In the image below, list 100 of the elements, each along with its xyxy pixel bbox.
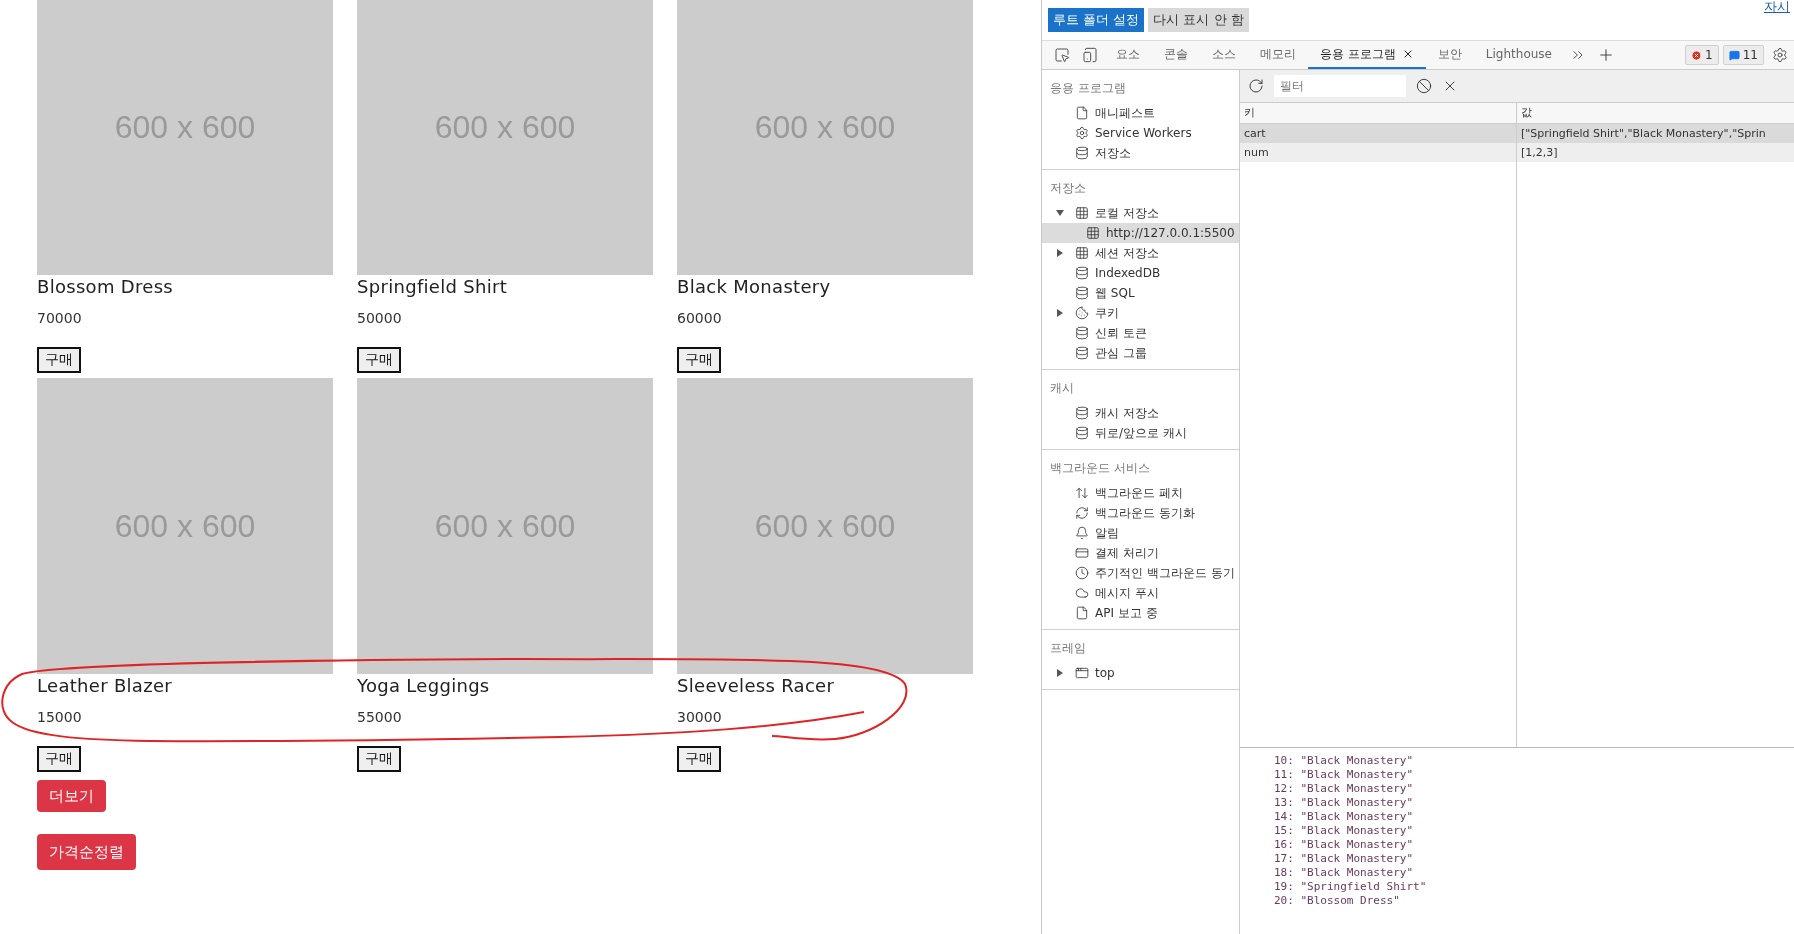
more-button[interactable]: 더보기 xyxy=(37,780,106,812)
console-line: 16: "Black Monastery" xyxy=(1274,838,1415,852)
console-line: 14: "Black Monastery" xyxy=(1274,810,1415,824)
key-cell[interactable]: num xyxy=(1240,143,1517,162)
console-line: 15: "Black Monastery" xyxy=(1274,824,1415,838)
console-line: 19: "Springfield Shirt" xyxy=(1274,880,1428,894)
file-icon xyxy=(1075,606,1089,620)
sidebar-item[interactable]: 관심 그룹 xyxy=(1042,343,1239,363)
product-name: Black Monastery xyxy=(677,275,831,299)
section-title: 프레임 xyxy=(1049,640,1087,657)
clear-icon[interactable] xyxy=(1416,78,1432,94)
sidebar-item[interactable]: API 보고 중 xyxy=(1042,603,1239,623)
console-line: 18: "Black Monastery" xyxy=(1274,866,1415,880)
grid-icon xyxy=(1075,246,1089,260)
devtools-tab[interactable]: 보안 xyxy=(1425,41,1474,69)
window-icon xyxy=(1075,666,1089,680)
value-cell[interactable]: [1,2,3] xyxy=(1517,143,1794,162)
product-price: 70000 xyxy=(37,309,82,328)
sidebar-item[interactable]: top xyxy=(1042,663,1239,683)
database-icon xyxy=(1075,406,1089,420)
expand-icon[interactable] xyxy=(1056,309,1064,317)
product-price: 55000 xyxy=(357,708,402,727)
sidebar-item[interactable]: http://127.0.0.1:5500 xyxy=(1042,223,1239,243)
sidebar-item[interactable]: 세션 저장소 xyxy=(1042,243,1239,263)
expand-icon[interactable] xyxy=(1056,669,1064,677)
refresh-icon[interactable] xyxy=(1248,78,1264,94)
value-cell[interactable]: ["Springfield Shirt","Black Monastery","Sprin xyxy=(1517,124,1794,143)
expand-icon[interactable] xyxy=(1056,249,1064,257)
sidebar-item[interactable]: 결제 처리기 xyxy=(1042,543,1239,563)
card-icon xyxy=(1075,546,1089,560)
buy-button[interactable]: 구매 xyxy=(357,746,401,772)
devtools-tab[interactable]: 소스 xyxy=(1200,41,1248,69)
notice-link[interactable]: 자시 xyxy=(1764,0,1790,16)
product-price: 60000 xyxy=(677,309,722,328)
arrows-icon xyxy=(1075,486,1089,500)
clock-icon xyxy=(1075,566,1089,580)
sidebar-item[interactable]: 신뢰 토큰 xyxy=(1042,323,1239,343)
product-name: Yoga Leggings xyxy=(357,674,490,698)
product-price: 30000 xyxy=(677,708,722,727)
sidebar-item[interactable]: 매니페스트 xyxy=(1042,103,1239,123)
collapse-icon[interactable] xyxy=(1056,209,1064,217)
column-header[interactable]: 키 xyxy=(1240,103,1517,124)
product-name: Leather Blazer xyxy=(37,674,172,698)
product-price: 50000 xyxy=(357,309,402,328)
sidebar-item[interactable]: 알림 xyxy=(1042,523,1239,543)
section-title: 저장소 xyxy=(1049,180,1087,197)
devtools-tab[interactable]: 콘솔 xyxy=(1152,41,1200,69)
error-count-badge[interactable]: 1 xyxy=(1685,45,1719,65)
buy-button[interactable]: 구매 xyxy=(37,347,81,373)
sort-button[interactable]: 가격순정렬 xyxy=(37,834,136,870)
sidebar-item[interactable]: IndexedDB xyxy=(1042,263,1239,283)
file-icon xyxy=(1075,106,1089,120)
cookie-icon xyxy=(1075,306,1089,320)
product-name: Blossom Dress xyxy=(37,275,173,299)
database-icon xyxy=(1075,266,1089,280)
database-icon xyxy=(1075,146,1089,160)
sidebar-item[interactable]: 뒤로/앞으로 캐시 xyxy=(1042,423,1239,443)
sidebar-item[interactable]: Service Workers xyxy=(1042,123,1239,143)
section-title: 응용 프로그램 xyxy=(1049,80,1127,97)
grid-icon xyxy=(1086,226,1100,240)
message-count-badge[interactable]: 11 xyxy=(1722,45,1764,65)
sidebar-item[interactable]: 주기적인 백그라운드 동기 xyxy=(1042,563,1239,583)
console-line: 20: "Blossom Dress" xyxy=(1274,894,1401,908)
devtools-tab[interactable]: 요소 xyxy=(1104,41,1152,69)
section-title: 백그라운드 서비스 xyxy=(1049,460,1151,477)
column-header[interactable]: 값 xyxy=(1517,103,1794,124)
gear-icon xyxy=(1075,126,1089,140)
devtools-tab[interactable]: Lighthouse xyxy=(1473,41,1564,69)
console-line: 13: "Black Monastery" xyxy=(1274,796,1415,810)
key-cell[interactable]: cart xyxy=(1240,124,1517,143)
sidebar-item[interactable]: 백그라운드 동기화 xyxy=(1042,503,1239,523)
cloud-icon xyxy=(1075,586,1089,600)
sidebar-item[interactable]: 메시지 푸시 xyxy=(1042,583,1239,603)
database-icon xyxy=(1075,426,1089,440)
console-line: 17: "Black Monastery" xyxy=(1274,852,1415,866)
buy-button[interactable]: 구매 xyxy=(677,746,721,772)
buy-button[interactable]: 구매 xyxy=(357,347,401,373)
sidebar-item[interactable]: 웹 SQL xyxy=(1042,283,1239,303)
sidebar-item[interactable]: 저장소 xyxy=(1042,143,1239,163)
grid-icon xyxy=(1075,206,1089,220)
section-title: 캐시 xyxy=(1049,380,1075,397)
product-name: Springfield Shirt xyxy=(357,275,508,299)
notice-button[interactable]: 다시 표시 안 함 xyxy=(1148,8,1249,32)
notice-button[interactable]: 루트 폴더 설정 xyxy=(1048,8,1145,32)
console-line: 11: "Black Monastery" xyxy=(1274,768,1415,782)
database-icon xyxy=(1075,326,1089,340)
filter-field[interactable]: 필터 xyxy=(1274,75,1406,97)
sidebar-item[interactable]: 쿠키 xyxy=(1042,303,1239,323)
console-line: 12: "Black Monastery" xyxy=(1274,782,1415,796)
devtools-tab[interactable]: 메모리 xyxy=(1248,41,1308,69)
sidebar-item[interactable]: 캐시 저장소 xyxy=(1042,403,1239,423)
database-icon xyxy=(1075,286,1089,300)
sidebar-item[interactable]: 백그라운드 페치 xyxy=(1042,483,1239,503)
product-name: Sleeveless Racer xyxy=(677,674,835,698)
database-icon xyxy=(1075,346,1089,360)
sync-icon xyxy=(1075,506,1089,520)
sidebar-item[interactable]: 로컬 저장소 xyxy=(1042,203,1239,223)
bell-icon xyxy=(1075,526,1089,540)
buy-button[interactable]: 구매 xyxy=(37,746,81,772)
buy-button[interactable]: 구매 xyxy=(677,347,721,373)
